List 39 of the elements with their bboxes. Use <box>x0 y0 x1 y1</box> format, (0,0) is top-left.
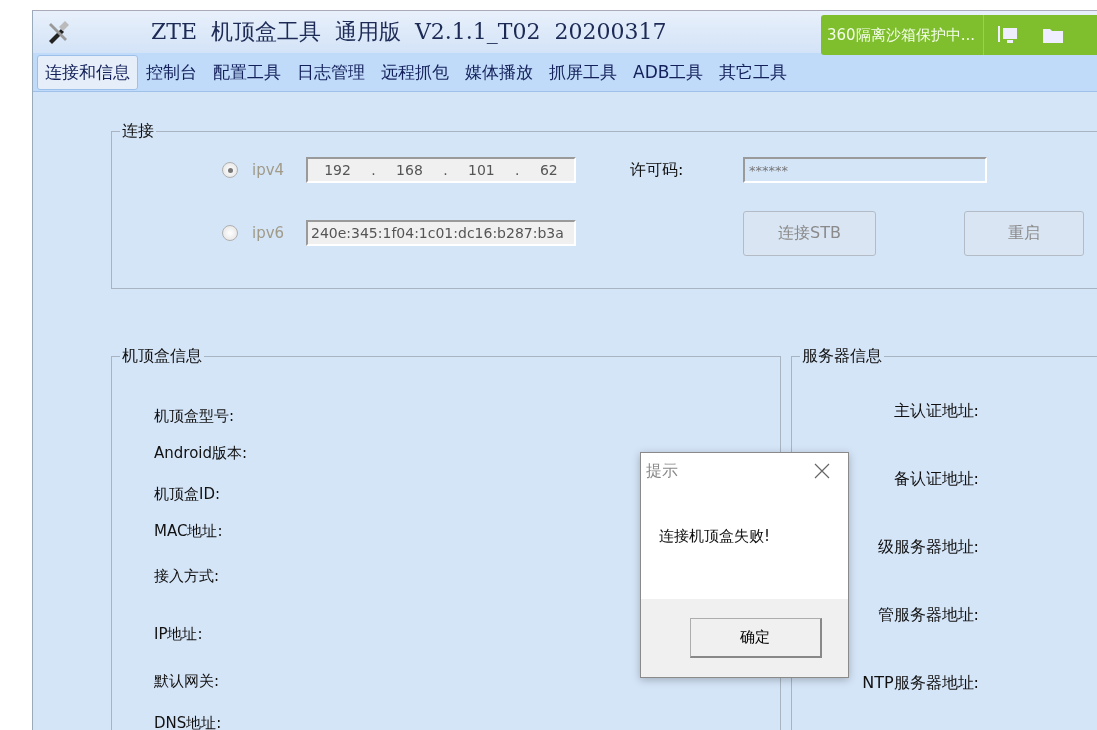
field-label: Android版本: <box>154 444 248 462</box>
tab[interactable]: 控制台 <box>138 54 205 90</box>
ok-button[interactable]: 确定 <box>689 618 822 658</box>
tab[interactable]: ADB工具 <box>625 54 712 90</box>
field-label: 级服务器地址: <box>877 538 979 556</box>
group-title: 机顶盒信息 <box>121 346 203 367</box>
close-icon[interactable] <box>814 463 830 479</box>
dialog-message: 连接机顶盒失败! <box>659 527 770 545</box>
field-label: 主认证地址: <box>893 402 979 420</box>
field-label: 接入方式: <box>154 567 220 585</box>
monitor-icon[interactable] <box>995 25 1018 45</box>
tab[interactable]: 远程抓包 <box>373 54 457 90</box>
radio-button[interactable] <box>222 162 238 178</box>
ipv6-field[interactable]: 240e:345:1f04:1c01:dc16:b287:b3a <box>306 220 576 246</box>
radio-label: ipv4 <box>252 161 286 179</box>
tab[interactable]: 抓屏工具 <box>541 54 625 90</box>
window-title: ZTE 机顶盒工具 通用版 V2.1.1_T02 20200317 <box>151 18 667 46</box>
dialog-title: 提示 <box>646 460 678 482</box>
group-title: 服务器信息 <box>801 346 883 367</box>
field-label: 备认证地址: <box>893 470 979 488</box>
field-label: MAC地址: <box>154 522 223 540</box>
field-label: DNS地址: <box>154 714 222 730</box>
tab[interactable]: 连接和信息 <box>37 54 138 90</box>
license-field[interactable]: ****** <box>743 157 987 183</box>
field-label: IP地址: <box>154 625 203 643</box>
tab[interactable]: 其它工具 <box>711 54 796 90</box>
field-label: 机顶盒型号: <box>154 407 235 425</box>
tab[interactable]: 媒体播放 <box>457 54 541 90</box>
field-label: 机顶盒ID: <box>154 485 221 503</box>
tab[interactable]: 配置工具 <box>205 54 289 90</box>
field-label: NTP服务器地址: <box>862 674 979 692</box>
group-title: 连接 <box>121 121 155 142</box>
ip-address-field[interactable]: 192 . 168 . 101 . 62 <box>306 157 576 183</box>
tab[interactable]: 日志管理 <box>289 54 373 90</box>
field-label: 许可码: <box>630 159 685 181</box>
radio-button[interactable] <box>222 225 238 241</box>
field-label: 默认网关: <box>154 672 220 690</box>
field-label: 管服务器地址: <box>877 606 979 624</box>
radio-label: ipv6 <box>252 224 286 242</box>
